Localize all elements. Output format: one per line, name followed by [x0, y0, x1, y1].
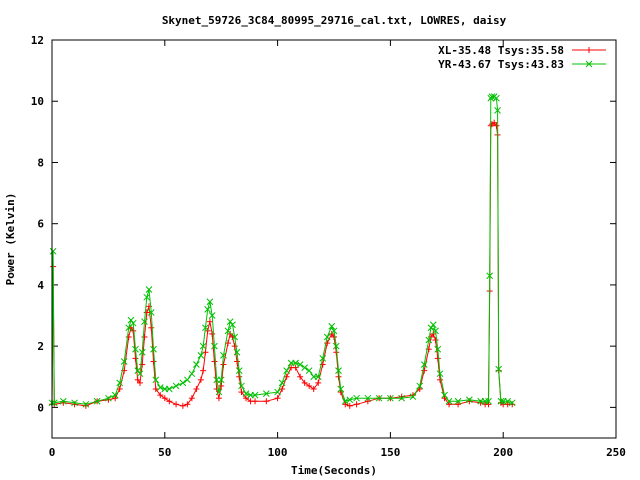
plot-frame — [51, 39, 617, 439]
series-line — [51, 96, 513, 405]
data-point — [148, 324, 155, 331]
data-point — [236, 373, 243, 380]
data-point — [252, 398, 259, 405]
data-point — [263, 398, 270, 405]
data-point — [586, 47, 592, 53]
data-point — [132, 355, 139, 362]
y-tick-label: 6 — [37, 218, 44, 231]
data-point — [197, 376, 204, 383]
data-point — [211, 358, 218, 365]
data-point — [193, 361, 200, 368]
series-2 — [48, 93, 516, 408]
legend-label: XL-35.48 Tsys:35.58 — [438, 44, 564, 57]
y-tick-label: 12 — [31, 34, 44, 47]
data-point — [161, 395, 168, 402]
data-point — [353, 401, 360, 408]
x-tick-label: 150 — [380, 446, 400, 459]
data-point — [141, 333, 148, 340]
chart: Skynet_59726_3C84_80995_29716_cal.txt, L… — [4, 14, 626, 477]
data-point — [197, 351, 205, 359]
chart-title: Skynet_59726_3C84_80995_29716_cal.txt, L… — [162, 14, 507, 27]
series-1 — [49, 119, 516, 409]
data-point — [166, 398, 173, 405]
data-point — [193, 386, 200, 393]
y-tick-label: 0 — [37, 401, 44, 414]
x-tick-label: 50 — [158, 446, 171, 459]
data-point — [455, 401, 462, 408]
data-point — [226, 318, 234, 326]
data-point — [274, 395, 281, 402]
axis-ticks: 0 50 100 150 200 250 0 2 4 6 8 10 12 — [31, 34, 626, 459]
data-point — [156, 384, 164, 391]
x-tick-label: 200 — [493, 446, 513, 459]
series-line — [51, 122, 513, 407]
x-tick-label: 100 — [268, 446, 288, 459]
data-point — [139, 361, 146, 368]
data-point — [179, 402, 186, 409]
x-axis-label: Time(Seconds) — [291, 464, 377, 477]
data-point — [188, 370, 196, 378]
data-point — [429, 321, 437, 329]
series-layer — [48, 93, 516, 409]
data-point — [306, 382, 313, 389]
data-point — [209, 330, 216, 337]
x-tick-label: 250 — [606, 446, 626, 459]
legend: XL-35.48 Tsys:35.58YR-43.67 Tsys:43.83 — [438, 44, 606, 71]
data-point — [215, 395, 222, 402]
y-axis-label: Power (Kelvin) — [4, 193, 17, 286]
data-point — [150, 358, 157, 365]
y-tick-label: 2 — [37, 340, 44, 353]
legend-label: YR-43.67 Tsys:43.83 — [438, 58, 564, 71]
data-point — [173, 401, 180, 408]
data-point — [364, 398, 371, 405]
data-point — [172, 382, 180, 390]
data-point — [218, 382, 225, 389]
data-point — [432, 337, 439, 344]
x-tick-label: 0 — [49, 446, 56, 459]
y-tick-label: 4 — [37, 279, 44, 292]
data-point — [125, 333, 132, 340]
y-tick-label: 8 — [37, 156, 44, 169]
data-point — [127, 316, 135, 324]
data-point — [283, 367, 290, 374]
data-point — [200, 367, 207, 374]
data-point — [220, 361, 227, 368]
data-point — [233, 358, 240, 365]
data-point — [434, 355, 441, 362]
y-tick-label: 10 — [31, 95, 44, 108]
